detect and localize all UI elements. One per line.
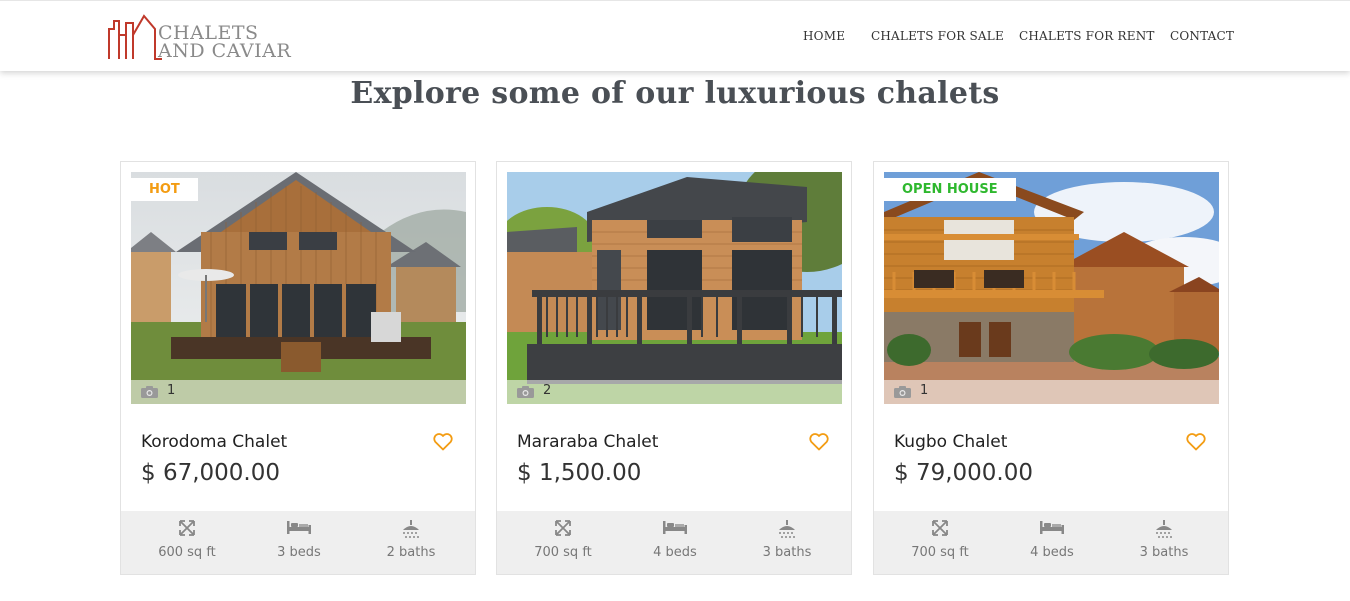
area-label: 700 sq ft [911,545,969,560]
baths-label: 3 baths [1139,545,1189,560]
feature-baths: 3 baths [1105,511,1223,574]
photo-count-bar: 1 [884,380,1219,404]
photo-count: 1 [167,383,176,398]
baths-label: 2 baths [386,545,436,560]
feature-beds: 3 beds [240,511,358,574]
feature-area: 700 sq ft [504,511,622,574]
baths-label: 3 baths [762,545,812,560]
photo-count-bar: 2 [507,380,842,404]
heart-icon[interactable] [809,433,829,451]
nav-contact[interactable]: CONTACT [1170,29,1234,43]
listing-card[interactable]: 1 OPEN HOUSE Kugbo Chalet $ 79,000.00 70… [873,161,1229,575]
feature-beds: 4 beds [993,511,1111,574]
nav-home[interactable]: HOME [803,29,845,43]
feature-area: 700 sq ft [881,511,999,574]
listing-card[interactable]: 2 Mararaba Chalet $ 1,500.00 700 sq ft 4… [496,161,852,575]
expand-arrows-icon [555,520,571,536]
camera-icon [894,386,911,398]
heart-icon[interactable] [1186,433,1206,451]
feature-beds: 4 beds [616,511,734,574]
chalet-photo-image [507,172,842,404]
shower-icon [1156,520,1172,538]
status-badge: OPEN HOUSE [884,178,1016,201]
features-bar: 700 sq ft 4 beds 3 baths [874,511,1228,574]
listing-name[interactable]: Mararaba Chalet [517,432,658,452]
bed-icon [1040,521,1064,534]
nav-chalets-for-sale[interactable]: CHALETS FOR SALE [871,29,1004,43]
nav-chalets-for-rent[interactable]: CHALETS FOR RENT [1019,29,1155,43]
features-bar: 700 sq ft 4 beds 3 baths [497,511,851,574]
listing-name[interactable]: Kugbo Chalet [894,432,1007,452]
photo-count: 1 [920,383,929,398]
main-nav: HOME CHALETS FOR SALE CHALETS FOR RENT C… [0,29,1350,49]
listing-price: $ 1,500.00 [517,460,642,486]
expand-arrows-icon [179,520,195,536]
camera-icon [141,386,158,398]
photo-count-bar: 1 [131,380,466,404]
camera-icon [517,386,534,398]
chalet-photo-image [131,172,466,404]
feature-baths: 3 baths [728,511,846,574]
listing-card[interactable]: 1 HOT Korodoma Chalet $ 67,000.00 600 sq… [120,161,476,575]
beds-label: 4 beds [1030,545,1074,560]
listing-photo[interactable]: 1 OPEN HOUSE [884,172,1219,404]
area-label: 700 sq ft [534,545,592,560]
shower-icon [403,520,419,538]
status-badge: HOT [131,178,198,201]
site-header: CHALETS AND CAVIAR HOME CHALETS FOR SALE… [0,0,1350,71]
listing-photo[interactable]: 1 HOT [131,172,466,404]
listing-price: $ 67,000.00 [141,460,280,486]
bed-icon [663,521,687,534]
feature-baths: 2 baths [352,511,470,574]
listing-name[interactable]: Korodoma Chalet [141,432,287,452]
chalet-photo-image [884,172,1219,404]
shower-icon [779,520,795,538]
expand-arrows-icon [932,520,948,536]
beds-label: 4 beds [653,545,697,560]
bed-icon [287,521,311,534]
features-bar: 600 sq ft 3 beds 2 baths [121,511,475,574]
heart-icon[interactable] [433,433,453,451]
listing-photo[interactable]: 2 [507,172,842,404]
area-label: 600 sq ft [158,545,216,560]
feature-area: 600 sq ft [128,511,246,574]
page-title: Explore some of our luxurious chalets [350,76,1000,111]
beds-label: 3 beds [277,545,321,560]
listing-price: $ 79,000.00 [894,460,1033,486]
photo-count: 2 [543,383,552,398]
